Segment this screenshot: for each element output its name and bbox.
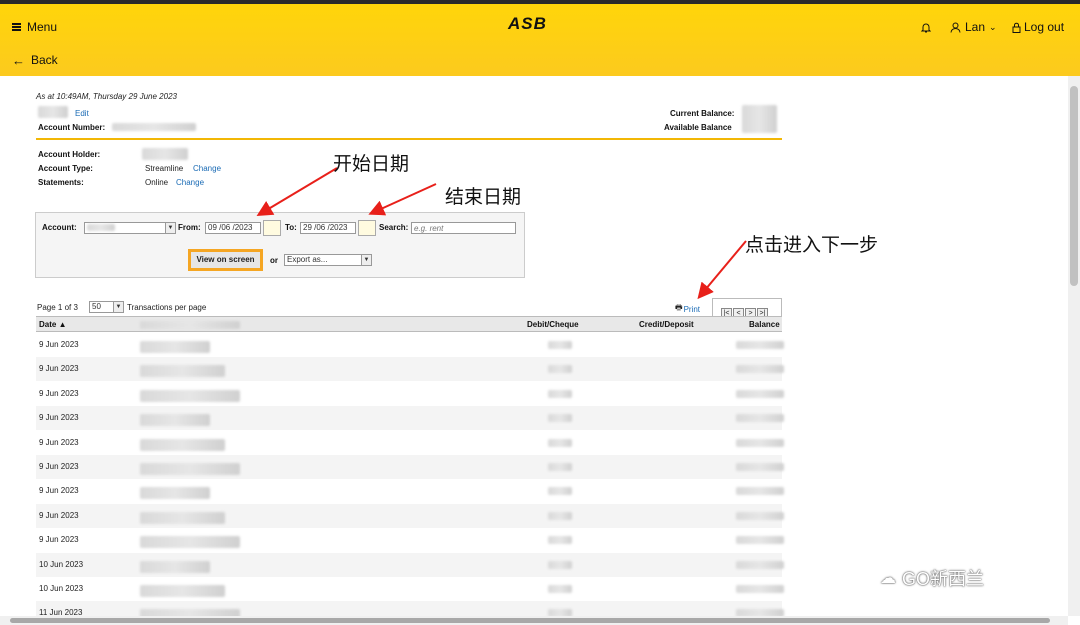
horizontal-scroll-thumb[interactable] (10, 618, 1050, 623)
table-row[interactable]: 9 Jun 2023 (36, 528, 784, 552)
next-step-annotation: 点击进入下一步 (745, 234, 879, 256)
description-redacted (140, 536, 240, 549)
description-redacted (140, 365, 225, 378)
balance-redacted (736, 389, 784, 398)
table-row[interactable]: 10 Jun 2023 (36, 552, 784, 577)
debit-redacted (548, 585, 572, 593)
end-date-arrow (368, 183, 437, 216)
per-page-label: Transactions per page (127, 303, 207, 312)
balance-redacted (736, 536, 784, 545)
end-date-annotation: 结束日期 (445, 186, 522, 208)
balance-redacted (736, 414, 784, 423)
per-page-select[interactable]: 50 ▼ (89, 301, 124, 313)
row-date: 9 Jun 2023 (39, 486, 79, 496)
next-step-arrow (697, 240, 747, 300)
description-header-redacted (140, 321, 240, 329)
row-date: 9 Jun 2023 (39, 388, 79, 398)
description-redacted (140, 389, 240, 402)
debit-redacted (548, 463, 572, 471)
description-redacted (140, 341, 210, 353)
description-redacted (140, 511, 225, 524)
table-row[interactable]: 9 Jun 2023 (36, 479, 784, 503)
debit-column-header: Debit/Cheque (527, 320, 579, 329)
balance-column-header: Balance (749, 320, 780, 329)
start-date-arrow (256, 167, 338, 217)
description-redacted (140, 560, 210, 573)
row-date: 9 Jun 2023 (39, 510, 79, 520)
debit-redacted (548, 365, 572, 374)
horizontal-scrollbar[interactable] (0, 616, 1068, 625)
printer-icon: 🖶 (675, 303, 683, 312)
row-date: 10 Jun 2023 (39, 559, 84, 569)
debit-redacted (548, 414, 572, 423)
debit-redacted (548, 438, 572, 447)
table-row[interactable]: 9 Jun 2023 (36, 382, 784, 406)
pager-controls: |< < > >| (712, 298, 782, 319)
row-date: 10 Jun 2023 (39, 584, 84, 593)
balance-redacted (736, 341, 784, 349)
page-indicator: Page 1 of 3 (37, 303, 78, 312)
balance-redacted (736, 560, 784, 569)
print-button[interactable]: 🖶 Print (675, 302, 700, 316)
table-row[interactable]: 9 Jun 2023 (36, 333, 784, 357)
row-date: 9 Jun 2023 (39, 535, 79, 545)
description-redacted (140, 487, 210, 500)
transactions-table-header: Date ▲ Debit/Cheque Credit/Deposit Balan… (36, 316, 782, 332)
row-date: 9 Jun 2023 (39, 340, 79, 349)
watermark-text: GO新西兰 (902, 569, 985, 589)
table-row[interactable]: 9 Jun 2023 (36, 503, 784, 528)
balance-redacted (736, 463, 784, 471)
vertical-scroll-thumb[interactable] (1070, 86, 1078, 286)
vertical-scrollbar[interactable] (1068, 76, 1080, 616)
print-label: Print (683, 304, 701, 314)
balance-redacted (736, 585, 784, 593)
watermark: ☁ GO新西兰 (880, 565, 984, 591)
row-date: 9 Jun 2023 (39, 437, 79, 447)
description-redacted (140, 414, 210, 427)
dropdown-arrow-icon: ▼ (113, 302, 123, 312)
table-row[interactable]: 9 Jun 2023 (36, 455, 784, 479)
start-date-annotation: 开始日期 (333, 153, 410, 175)
debit-redacted (548, 341, 572, 349)
row-date: 9 Jun 2023 (39, 364, 79, 374)
description-redacted (140, 585, 225, 597)
balance-redacted (736, 438, 784, 447)
balance-redacted (736, 365, 784, 374)
debit-redacted (548, 560, 572, 569)
row-date: 9 Jun 2023 (39, 462, 79, 471)
debit-redacted (548, 487, 572, 496)
debit-redacted (548, 536, 572, 545)
description-redacted (140, 463, 240, 475)
wechat-icon: ☁ (880, 570, 896, 587)
table-row[interactable]: 9 Jun 2023 (36, 357, 784, 382)
debit-redacted (548, 511, 572, 520)
table-row[interactable]: 9 Jun 2023 (36, 406, 784, 431)
balance-redacted (736, 487, 784, 496)
row-date: 9 Jun 2023 (39, 413, 79, 423)
debit-redacted (548, 389, 572, 398)
date-column-header[interactable]: Date ▲ (39, 320, 66, 329)
table-row[interactable]: 9 Jun 2023 (36, 431, 784, 455)
balance-redacted (736, 511, 784, 520)
per-page-value: 50 (92, 302, 101, 311)
table-row[interactable]: 10 Jun 2023 (36, 577, 784, 601)
credit-column-header: Credit/Deposit (639, 320, 694, 329)
description-redacted (140, 438, 225, 451)
